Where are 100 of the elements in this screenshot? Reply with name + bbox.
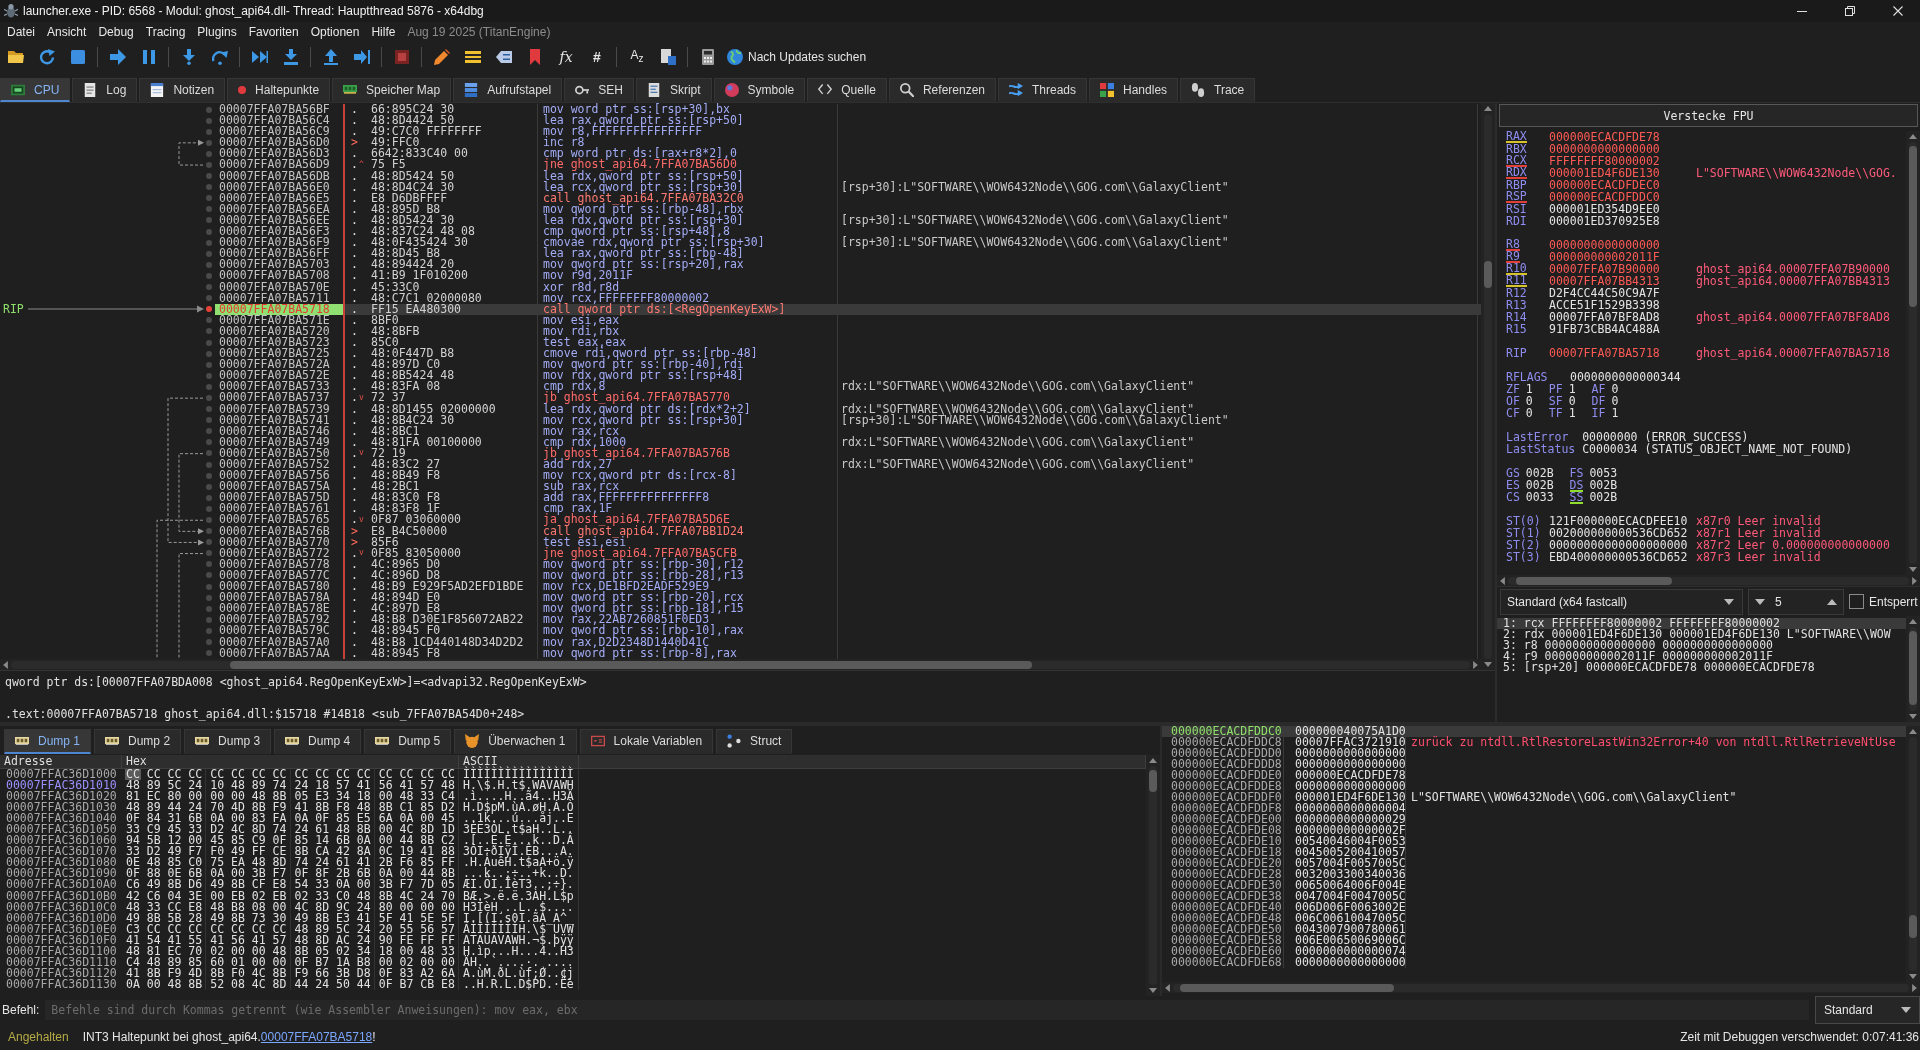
argument-row[interactable]: 4: r9 000000000002011F 000000000002011F <box>1497 651 1906 662</box>
dot-icon[interactable] <box>206 284 212 291</box>
dot-icon[interactable] <box>206 639 212 646</box>
tab[interactable]: SEH <box>564 78 634 102</box>
horizontal-scrollbar[interactable] <box>0 659 1481 670</box>
scroll-left-icon[interactable] <box>3 660 8 669</box>
scrollbar-thumb[interactable] <box>1180 983 1394 992</box>
hide-fpu-button[interactable]: Verstecke FPU <box>1499 104 1918 127</box>
dot-icon[interactable] <box>206 150 212 157</box>
dot-icon[interactable] <box>206 361 212 368</box>
tab[interactable]: Notizen <box>139 78 226 102</box>
toolbar-glyph[interactable]: # <box>593 49 601 65</box>
checkbox[interactable] <box>1849 594 1864 609</box>
tab[interactable]: Überwachen 1 <box>454 729 577 754</box>
dot-icon[interactable] <box>206 583 212 590</box>
scroll-down-icon[interactable] <box>1909 714 1917 719</box>
dot-icon[interactable] <box>206 505 212 512</box>
dot-icon[interactable] <box>206 173 212 180</box>
tab[interactable]: Speicher Map <box>332 78 452 102</box>
horizontal-scrollbar[interactable] <box>1162 982 1920 993</box>
caret-up-icon[interactable] <box>1827 598 1837 605</box>
calling-convention-dropdown[interactable]: Standard (x64 fastcall) <box>1500 588 1743 615</box>
dot-icon[interactable] <box>206 328 212 335</box>
dot-icon[interactable] <box>206 528 212 535</box>
dot-icon[interactable] <box>206 228 212 235</box>
scrollbar-thumb[interactable] <box>1909 631 1917 706</box>
dot-icon[interactable] <box>206 139 212 146</box>
tab[interactable]: CPU <box>0 78 71 102</box>
scroll-down-icon[interactable] <box>1484 662 1492 667</box>
tag-icon[interactable] <box>496 49 512 65</box>
tab[interactable]: Dump 3 <box>184 729 272 754</box>
arrow-right-icon[interactable] <box>110 49 126 65</box>
argument-row[interactable]: 3: r8 0000000000000000 0000000000000000 <box>1497 640 1906 651</box>
scrollbar-thumb[interactable] <box>1909 914 1917 939</box>
dot-icon[interactable] <box>206 650 212 657</box>
mode-dropdown[interactable]: Standard <box>1815 996 1920 1024</box>
dot-icon[interactable] <box>206 472 212 479</box>
tab[interactable]: Dump 5 <box>364 729 452 754</box>
scroll-left-icon[interactable] <box>1500 576 1505 585</box>
horizontal-scrollbar[interactable] <box>1497 575 1920 586</box>
dot-icon[interactable] <box>206 461 212 468</box>
scrollbar-thumb[interactable] <box>1516 576 1673 585</box>
tab[interactable]: Aufrufstapel <box>453 78 563 102</box>
calculator-icon[interactable] <box>700 49 716 65</box>
tab[interactable]: Haltepunkte <box>227 78 331 102</box>
curved-arrow-icon[interactable] <box>212 49 228 65</box>
dot-icon[interactable] <box>206 195 212 202</box>
dot-icon[interactable] <box>206 128 212 135</box>
dot-icon[interactable] <box>206 261 212 268</box>
dot-icon[interactable] <box>206 350 212 357</box>
vertical-scrollbar[interactable] <box>1481 103 1495 670</box>
menu-item[interactable]: Debug <box>92 24 140 40</box>
dot-icon[interactable] <box>206 272 212 279</box>
dot-icon[interactable] <box>206 561 212 568</box>
scrollbar-thumb[interactable] <box>1909 146 1917 307</box>
scrollbar-thumb[interactable] <box>1484 261 1492 289</box>
dot-icon[interactable] <box>206 417 212 424</box>
dot-icon[interactable] <box>206 383 212 390</box>
dot-icon[interactable] <box>206 206 212 213</box>
argument-row[interactable]: 1: rcx FFFFFFFF80000002 FFFFFFFF80000002 <box>1497 618 1906 629</box>
dot-icon[interactable] <box>206 572 212 579</box>
tab[interactable]: Trace <box>1180 78 1256 102</box>
arrow-down-dot-icon[interactable] <box>181 49 197 65</box>
dot-icon[interactable] <box>206 605 212 612</box>
menu-item[interactable]: Datei <box>1 24 41 40</box>
arrow-down-bar-icon[interactable] <box>283 49 299 65</box>
dot-icon[interactable] <box>206 439 212 446</box>
checkbox-label[interactable]: Entsperrt <box>1869 594 1918 609</box>
tab[interactable]: Symbole <box>713 78 806 102</box>
bookmark-icon[interactable] <box>527 49 543 65</box>
dot-icon[interactable] <box>206 250 212 257</box>
argument-count-spinbox[interactable]: 5 <box>1748 588 1844 615</box>
menu-item[interactable]: Optionen <box>304 24 366 40</box>
folder-icon[interactable] <box>8 49 24 65</box>
restart-icon[interactable] <box>39 49 55 65</box>
dot-icon[interactable] <box>206 494 212 501</box>
chip-icon[interactable] <box>394 49 410 65</box>
tab[interactable]: Dump 4 <box>274 729 362 754</box>
scroll-up-icon[interactable] <box>1149 758 1157 763</box>
scroll-left-icon[interactable] <box>1165 983 1170 992</box>
dot-icon[interactable] <box>206 483 212 490</box>
toolbar-glyph[interactable]: fx <box>559 49 573 65</box>
scrollbar-thumb[interactable] <box>229 660 1033 669</box>
vertical-scrollbar[interactable] <box>1146 755 1160 996</box>
double-arrow-icon[interactable] <box>252 49 268 65</box>
menu-item[interactable]: Tracing <box>139 24 192 40</box>
stop-icon[interactable] <box>70 49 86 65</box>
dot-icon[interactable] <box>206 106 212 113</box>
tab[interactable]: Lokale Variablen <box>579 729 714 754</box>
tab[interactable]: Quelle <box>807 78 887 102</box>
dot-icon[interactable] <box>206 306 212 313</box>
tab[interactable]: Referenzen <box>888 78 996 102</box>
scroll-up-icon[interactable] <box>1909 729 1917 734</box>
scroll-down-icon[interactable] <box>1149 988 1157 993</box>
command-input[interactable]: Befehle sind durch Kommas getrennt (wie Assembler Anweisungen): mov eax, ebx <box>45 1000 1809 1020</box>
tab[interactable]: Dump 1 <box>4 729 92 754</box>
menu-item[interactable]: Plugins <box>191 24 243 40</box>
dot-icon[interactable] <box>206 372 212 379</box>
menu-item[interactable]: Ansicht <box>41 24 93 40</box>
menu-item[interactable]: Hilfe <box>365 24 402 40</box>
